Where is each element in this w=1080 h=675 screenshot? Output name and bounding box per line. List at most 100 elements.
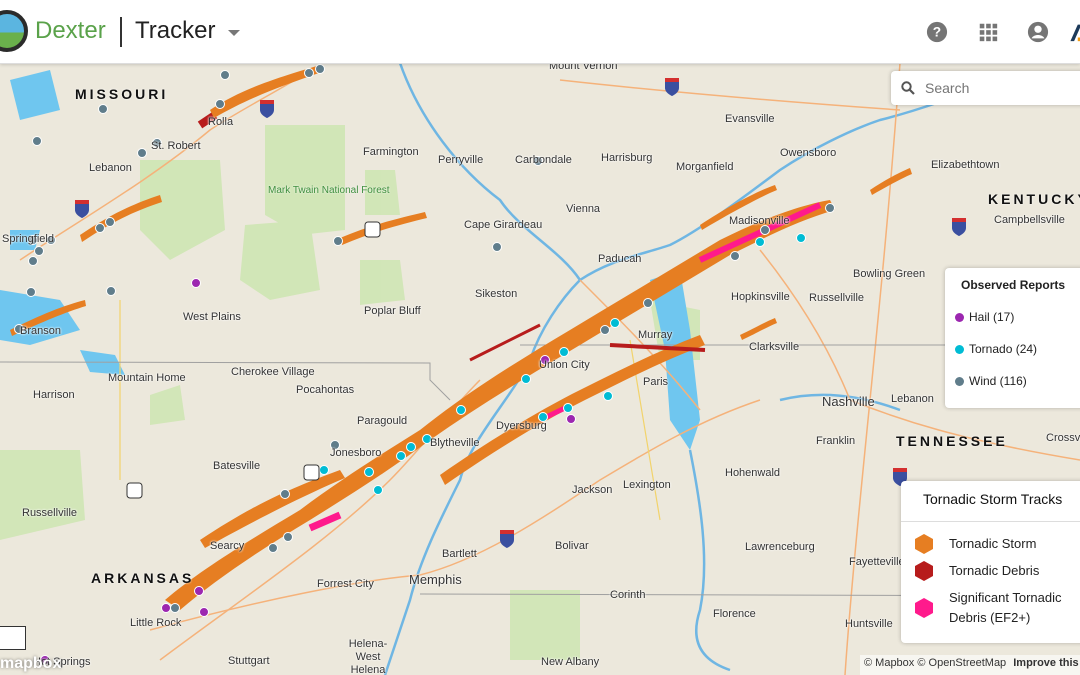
- city-label: Paragould: [357, 415, 408, 427]
- city-label: Franklin: [816, 435, 856, 447]
- svg-text:?: ?: [933, 25, 941, 40]
- city-label: Springfield: [2, 233, 54, 245]
- city-label: Branson: [20, 325, 61, 337]
- city-label: Owensboro: [780, 147, 837, 159]
- legend-label: Tornado (24): [969, 342, 1038, 356]
- map-attribution: © Mapbox © OpenStreetMap Improve this ma…: [860, 655, 1080, 675]
- city-label: Cape Girardeau: [464, 219, 543, 231]
- interstate-44-shield: [75, 200, 89, 218]
- lake: [10, 70, 60, 120]
- us-67-shield: [303, 464, 320, 481]
- city-label: Forrest City: [317, 578, 374, 590]
- city-label: Florence: [713, 608, 756, 620]
- legend-label: Hail (17): [969, 310, 1015, 324]
- mapbox-logo[interactable]: mapbox: [0, 655, 61, 673]
- interstate-64: [559, 79, 901, 111]
- city-label: Hopkinsville: [731, 291, 790, 303]
- city-label: Searcy: [210, 540, 245, 552]
- city-label: Lebanon: [89, 162, 132, 174]
- city-label: Memphis: [409, 572, 462, 587]
- city-label: Bartlett: [442, 548, 477, 560]
- title-divider: [120, 17, 122, 47]
- city-label: Nashville: [822, 394, 875, 409]
- city-label: Jackson: [572, 484, 613, 496]
- interstate-65-shield: [952, 218, 966, 236]
- park-area: [150, 385, 185, 425]
- legend-item-tornado[interactable]: Tornado (24): [955, 342, 1037, 356]
- city-label: Morganfield: [676, 161, 734, 173]
- tennessee-river: [688, 449, 731, 672]
- city-label: Mountain Home: [108, 372, 186, 384]
- osm-attribution-link[interactable]: © OpenStreetMap: [917, 657, 1006, 669]
- city-label: Blytheville: [430, 437, 480, 449]
- city-label: Evansville: [725, 113, 775, 125]
- city-label: Union City: [539, 359, 590, 371]
- tornadic-storm-track: [740, 318, 777, 340]
- storm-tracks-legend: Tornadic Storm Tracks Tornadic Storm Tor…: [901, 481, 1080, 643]
- search-box[interactable]: [891, 71, 1080, 105]
- city-label: Russellville: [809, 292, 865, 304]
- city-label: Harrison: [33, 389, 75, 401]
- city-label: Stuttgart: [228, 655, 270, 667]
- red-hexagon-icon: [915, 561, 933, 581]
- city-label: Bowling Green: [853, 268, 926, 280]
- help-icon[interactable]: ?: [926, 21, 948, 43]
- state-label-missouri: MISSOURI: [75, 86, 169, 102]
- wind-dot-icon: [955, 377, 964, 387]
- legend-label: Significant Tornadic Debris (EF2+): [949, 590, 1062, 625]
- city-label: Campbellsville: [994, 214, 1065, 226]
- state-label-kentucky: KENTUCKY: [988, 191, 1080, 207]
- wind-reports: [14, 64, 835, 613]
- city-label: Mount Vernon: [549, 63, 618, 72]
- app-header: Dexter Tracker ?: [0, 0, 1080, 64]
- search-input[interactable]: [923, 79, 1080, 97]
- city-label: Murray: [638, 329, 673, 341]
- us-67-shield: [364, 221, 381, 238]
- dexter-logo-icon[interactable]: [0, 10, 28, 52]
- city-label: Corinth: [610, 589, 646, 601]
- city-label: West Plains: [183, 311, 241, 323]
- mark-twain-forest-area: [265, 125, 345, 235]
- park-area: [140, 160, 225, 260]
- state-label-tennessee: TENNESSEE: [896, 433, 1008, 449]
- legend-divider: [901, 521, 1080, 522]
- storm-tracks: [10, 65, 912, 610]
- legend-item-wind[interactable]: Wind (116): [955, 374, 1027, 388]
- pink-hexagon-icon: [915, 598, 933, 618]
- app-switcher-dropdown-icon[interactable]: [228, 30, 240, 36]
- city-label: New Albany: [541, 656, 600, 668]
- city-label: Carbondale: [515, 154, 572, 166]
- legend-title: Observed Reports: [961, 278, 1066, 292]
- us-65-shield: [126, 482, 143, 499]
- city-label: Lawrenceburg: [745, 541, 815, 553]
- city-label: Huntsville: [845, 618, 893, 630]
- interstate-40-east: [849, 399, 1080, 461]
- city-label: Madisonville: [729, 215, 790, 227]
- city-label: Farmington: [363, 146, 419, 158]
- city-label: Cherokee Village: [231, 366, 315, 378]
- ohio-river: [579, 78, 1001, 282]
- state-label-arkansas: ARKANSAS: [91, 570, 195, 586]
- city-label: Russellville: [22, 507, 78, 519]
- city-label: Bolivar: [555, 540, 589, 552]
- observed-reports-legend: Observed Reports Hail (17) Tornado (24) …: [945, 268, 1080, 408]
- scale-control: [0, 626, 26, 650]
- account-icon[interactable]: [1027, 21, 1049, 43]
- hail-dot-icon: [955, 313, 964, 323]
- city-label: Harrisburg: [601, 152, 653, 164]
- legend-label: Tornadic Debris: [949, 563, 1040, 578]
- app-name: Tracker: [135, 17, 216, 44]
- tornadic-storm-track: [340, 212, 427, 245]
- city-label: Fayetteville: [849, 556, 905, 568]
- st-francis-forest-area: [0, 450, 85, 540]
- apps-grid-icon[interactable]: [977, 21, 999, 43]
- brand-name: Dexter: [35, 17, 106, 44]
- improve-map-link[interactable]: Improve this map: [1013, 657, 1080, 669]
- park-area: [360, 260, 405, 305]
- city-label: Jonesboro: [330, 447, 382, 459]
- mapbox-attribution-link[interactable]: © Mapbox: [864, 657, 914, 669]
- search-icon: [901, 81, 915, 95]
- legend-item-hail[interactable]: Hail (17): [955, 310, 1014, 324]
- interstate-24: [759, 249, 851, 401]
- tornado-dot-icon: [955, 345, 964, 355]
